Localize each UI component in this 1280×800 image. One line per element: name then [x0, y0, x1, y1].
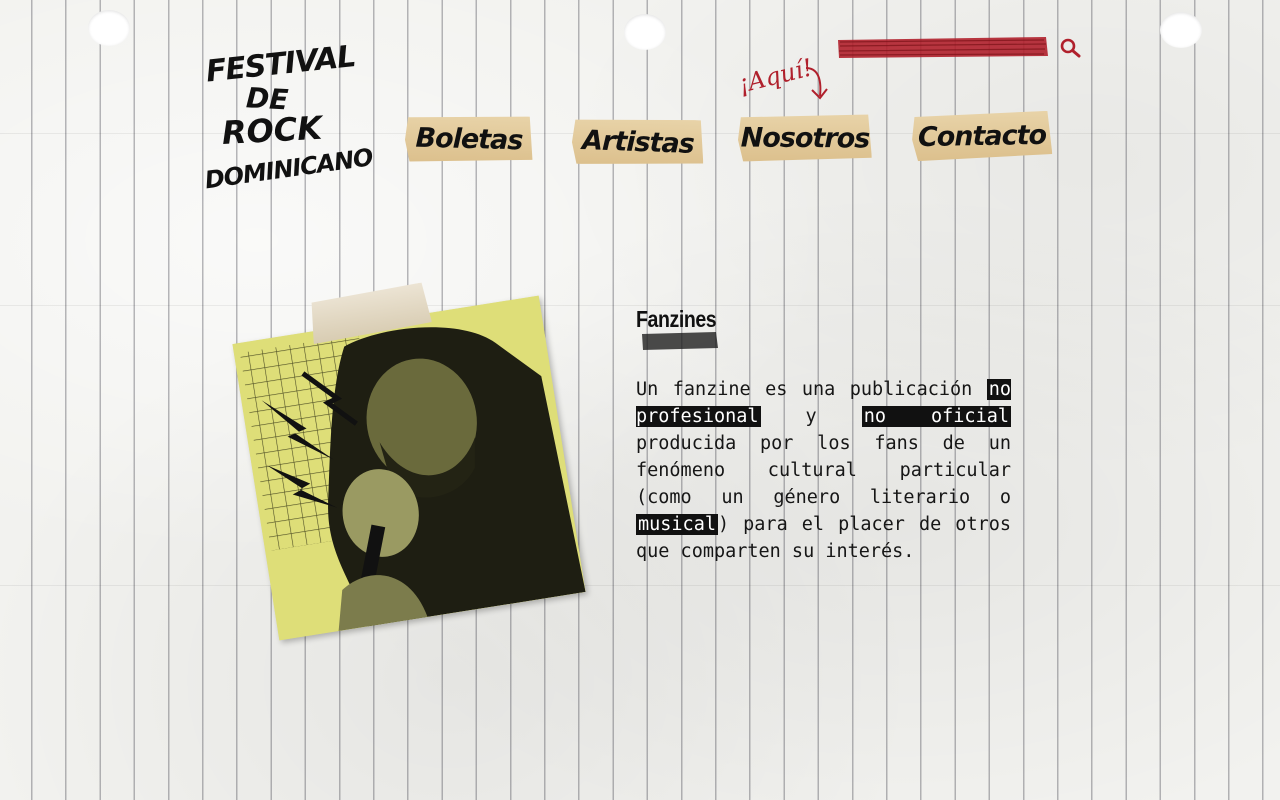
binder-hole	[624, 14, 666, 50]
binder-hole	[88, 10, 130, 46]
arrow-down-icon	[805, 67, 828, 100]
highlighted-term: no oficial	[861, 406, 1011, 427]
singer-photo	[232, 295, 586, 641]
article-text: producida por los fans de un fenómeno cu…	[636, 433, 1011, 508]
nav-item-artistas[interactable]: Artistas	[571, 116, 705, 169]
nav-item-nosotros[interactable]: Nosotros	[738, 113, 872, 162]
nav-item-boletas[interactable]: Boletas	[404, 113, 533, 164]
search-input[interactable]	[840, 36, 1050, 60]
logo-line-1: FESTIVAL	[204, 39, 357, 89]
search-icon[interactable]	[1058, 36, 1082, 60]
binder-hole	[1160, 12, 1202, 48]
article-body: Un fanzine es una publicación no profesi…	[636, 376, 1011, 565]
article-text: y	[760, 406, 862, 427]
nav-item-contacto[interactable]: Contacto	[912, 111, 1053, 161]
festival-logo[interactable]: FESTIVAL DE ROCK DOMINICANO	[200, 38, 375, 196]
title-underline-scribble	[642, 332, 718, 350]
logo-line-3: ROCK	[221, 109, 325, 152]
article-text: Un fanzine es una publicación	[636, 379, 987, 400]
festival-logo-mark: FESTIVAL DE ROCK DOMINICANO	[203, 39, 375, 194]
article-title: Fanzines	[636, 306, 717, 332]
highlighted-term: musical	[636, 514, 718, 535]
paper-crease	[0, 585, 1280, 586]
